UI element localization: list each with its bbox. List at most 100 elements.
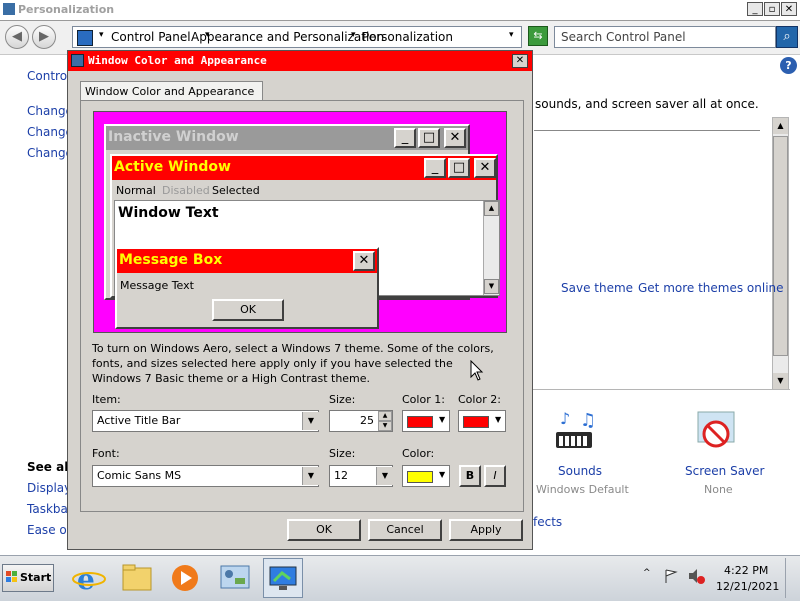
themes-border [533,389,790,390]
color2-picker[interactable]: ▼ [458,410,506,432]
msgbox-title-bar: Message Box ✕ [117,249,377,273]
minimize-button[interactable]: _ [747,2,763,16]
color1-dropdown-icon[interactable]: ▼ [439,415,445,424]
internet-explorer-icon[interactable]: e [69,558,109,598]
help-icon[interactable]: ? [780,57,797,74]
see-also-display[interactable]: Display [27,481,71,495]
search-icon[interactable]: ⌕ [776,26,798,48]
svg-text:e: e [77,563,95,596]
screen-saver-link[interactable]: Screen Saver [685,464,764,478]
bold-label: B [465,469,475,482]
inactive-maximize-icon: □ [418,128,440,148]
mouse-cursor-icon [470,360,484,381]
active-close-icon: ✕ [474,158,496,178]
address-bar[interactable]: ▾ Control Panel ▾ Appearance and Persona… [72,26,522,48]
aero-info-text: To turn on Windows Aero, select a Window… [92,342,494,385]
font-color-dropdown-icon[interactable]: ▼ [439,470,445,479]
msgbox-ok-label: OK [240,303,256,316]
breadcrumb-personalization[interactable]: Personalization [362,30,453,44]
msgbox-text: Message Text [120,279,194,292]
color1-label: Color 1: [402,393,445,406]
tab-window-color[interactable]: Window Color and Appearance [80,81,264,101]
menu-normal: Normal [116,184,156,197]
color1-swatch [407,416,433,428]
ok-button[interactable]: OK [287,519,361,541]
screen-saver-icon[interactable] [692,408,742,458]
control-panel-icon[interactable] [215,558,255,598]
item-size-value: 25 [360,414,374,427]
font-dropdown-icon[interactable]: ▼ [302,467,319,485]
active-title-bar: Active Window _ □ ✕ [112,156,496,180]
window-color-dialog: Window Color and Appearance ✕ Window Col… [67,50,533,550]
breadcrumb-control-panel[interactable]: Control Panel [111,30,191,44]
chevron-icon[interactable]: ▾ [351,30,356,40]
close-button[interactable]: ✕ [781,2,797,16]
see-also-ease-of-access[interactable]: Ease of [27,523,71,537]
font-select[interactable]: Comic Sans MS ▼ [92,465,319,487]
inactive-title-bar: Inactive Window _ □ ✕ [106,126,468,150]
explorer-folder-icon[interactable] [117,558,157,598]
color2-dropdown-icon[interactable]: ▼ [495,415,501,424]
inactive-close-icon: ✕ [444,128,466,148]
font-color-picker[interactable]: ▼ [402,465,450,487]
svg-text:♪: ♪ [560,410,570,428]
start-button[interactable]: Start [2,564,54,592]
chevron-icon[interactable]: ▾ [99,30,104,40]
sounds-link[interactable]: Sounds [558,464,602,478]
item-size-label: Size: [329,393,356,406]
get-more-themes-link[interactable]: Get more themes online [638,281,784,295]
msgbox-ok-button: OK [212,299,284,321]
save-theme-link[interactable]: Save theme [561,281,633,295]
dialog-title: Window Color and Appearance [88,54,267,67]
volume-muted-icon[interactable] [687,568,705,584]
left-link-control[interactable]: Control [27,69,70,83]
show-desktop-button[interactable] [785,558,799,598]
effects-link[interactable]: fects [533,515,562,529]
ok-label: OK [316,523,332,536]
scroll-down-icon[interactable]: ▼ [773,373,788,389]
item-select[interactable]: Active Title Bar ▼ [92,410,319,432]
refresh-icon[interactable]: ⇆ [528,26,548,46]
personalization-icon [3,3,15,15]
item-label: Item: [92,393,121,406]
item-dropdown-icon[interactable]: ▼ [302,412,319,430]
cancel-button[interactable]: Cancel [368,519,442,541]
media-player-icon[interactable] [165,558,205,598]
italic-button[interactable]: I [484,465,506,487]
maximize-button[interactable]: ▫ [764,2,780,16]
clock-time[interactable]: 4:22 PM [724,564,768,577]
preview-scrollbar: ▲ ▼ [483,201,499,295]
see-also-taskbar[interactable]: Taskbar [27,502,73,516]
color1-picker[interactable]: ▼ [402,410,450,432]
active-minimize-icon: _ [424,158,446,178]
menu-selected: Selected [212,184,260,197]
font-color-swatch [407,471,433,483]
search-input[interactable]: Search Control Panel [554,26,776,48]
sounds-icon[interactable]: ♪ ♫ [552,409,600,460]
themes-scrollbar[interactable]: ▲ ▼ [772,117,789,390]
active-title: Active Window [114,159,231,175]
forward-icon[interactable]: ▶ [32,25,56,49]
personalization-task-icon[interactable] [263,558,303,598]
bold-button[interactable]: B [459,465,481,487]
menu-disabled: Disabled [162,184,210,197]
show-hidden-icons[interactable]: ^ [643,568,653,580]
size-down-icon[interactable]: ▼ [378,421,392,431]
back-icon[interactable]: ◀ [5,25,29,49]
taskbar: Start e ^ 4:22 PM 12/21/2021 [0,555,800,601]
scroll-thumb[interactable] [773,136,788,356]
font-size-select[interactable]: 12 ▼ [329,465,393,487]
item-size-input[interactable]: 25 ▲ ▼ [329,410,393,432]
windows-logo-icon [6,571,18,583]
clock-date[interactable]: 12/21/2021 [716,580,779,593]
font-size-dropdown-icon[interactable]: ▼ [376,467,393,485]
scroll-up-icon[interactable]: ▲ [773,118,788,134]
start-label: Start [20,571,52,584]
dropdown-icon[interactable]: ▾ [509,30,514,40]
preview-scroll-up-icon: ▲ [484,201,499,216]
action-center-flag-icon[interactable] [663,568,679,584]
dialog-close-button[interactable]: ✕ [512,54,528,68]
active-maximize-icon: □ [448,158,470,178]
size-up-icon[interactable]: ▲ [378,411,392,421]
apply-button[interactable]: Apply [449,519,523,541]
